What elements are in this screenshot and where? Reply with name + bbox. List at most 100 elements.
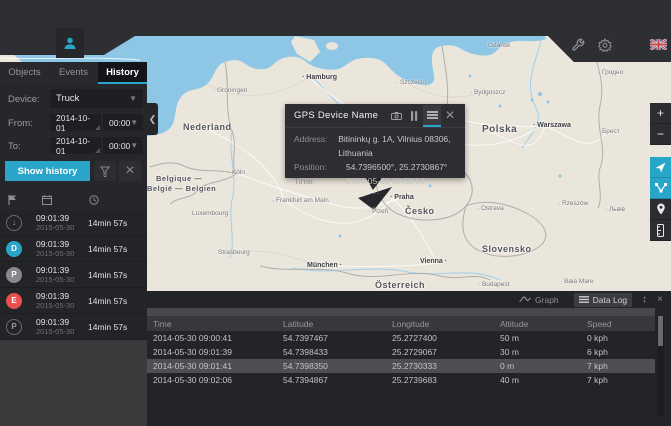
calendar-icon (42, 195, 52, 205)
table-row[interactable]: 2014-05-30 09:00:41 54.7397467 25.272740… (147, 331, 655, 345)
close-panel-icon[interactable]: × (657, 294, 663, 305)
route-bars-icon[interactable] (405, 105, 423, 127)
tab-events[interactable]: Events (49, 62, 98, 84)
from-label: From: (8, 118, 33, 129)
table-row[interactable]: 2014-05-30 09:02:06 54.7394867 25.273968… (147, 373, 655, 387)
data-list-icon[interactable] (423, 105, 441, 127)
wrench-icon[interactable] (570, 37, 586, 53)
event-date: 2015-05-30 (36, 275, 88, 284)
zoom-in-button[interactable]: + (650, 103, 671, 124)
from-date-input[interactable]: 2014-10-01 (50, 114, 101, 131)
event-list-header (0, 190, 147, 210)
graph-label: Graph (535, 295, 559, 305)
device-label: Device: (8, 94, 40, 105)
event-row[interactable]: ↓ 09:01:39 2015-05-30 14min 57s (0, 210, 147, 236)
settings-gear-icon[interactable] (597, 37, 613, 53)
map-label: · Гродно (598, 69, 623, 76)
funnel-icon (100, 166, 110, 177)
position-label: Position: (294, 160, 346, 174)
map-pin-button[interactable] (650, 199, 671, 220)
cell-latitude: 54.7398350 (283, 361, 392, 371)
table-row[interactable]: 2014-05-30 09:01:39 54.7398433 25.272906… (147, 345, 655, 359)
language-flag-uk[interactable] (649, 37, 667, 51)
event-row[interactable]: P 09:01:39 2015-05-30 14min 57s (0, 262, 147, 288)
close-icon[interactable]: × (441, 105, 459, 127)
to-date-input[interactable]: 2014-10-01 (50, 137, 101, 154)
horizontal-scrollbar[interactable] (147, 308, 655, 316)
close-icon: × (125, 162, 134, 180)
event-alert-icon: E (6, 293, 22, 309)
event-park-icon: P (6, 267, 22, 283)
ruler-button[interactable] (650, 220, 671, 241)
sidebar: Objects Events History Device: Truck ▼ F… (0, 62, 147, 426)
event-time: 09:01:39 (36, 317, 88, 327)
cell-time: 2014-05-30 09:00:41 (153, 333, 283, 343)
cell-time: 2014-05-30 09:01:39 (153, 347, 283, 357)
col-longitude: Longitude (392, 319, 500, 329)
event-duration: 14min 57s (88, 218, 127, 228)
cell-latitude: 54.7394867 (283, 375, 392, 385)
map-label: · Köln (228, 169, 245, 176)
zoom-out-button[interactable]: − (650, 124, 671, 145)
route-points-icon (655, 183, 667, 193)
address-value: Bitininkų g. 1A, Vilnius 08306, Lithuani… (338, 132, 465, 160)
chevron-down-icon: ▼ (130, 141, 138, 150)
bottom-panel: Graph Data Log ↕ × Time Latitude Longitu… (147, 291, 671, 426)
event-row[interactable]: D 09:01:39 2015-05-30 14min 57s (0, 236, 147, 262)
event-time: 09:01:39 (36, 265, 88, 275)
scrollbar-thumb[interactable] (658, 316, 663, 346)
user-icon[interactable] (56, 28, 84, 58)
event-time: 09:01:39 (36, 213, 88, 223)
map-label: België — Belgien (147, 184, 216, 193)
popup-more-toggle[interactable]: ... (285, 188, 465, 194)
map-label: · Bydgoszcz (470, 89, 505, 96)
map-label: · Plzeň (368, 208, 388, 215)
popup-position-row: Position: 54.7396500°, 25.2730867° (285, 160, 465, 174)
cell-speed: 6 kph (587, 347, 655, 357)
map-label: Strasbourg (218, 249, 250, 256)
from-time-select[interactable]: 00:00 ▼ (103, 114, 143, 131)
cell-speed: 7 kph (587, 375, 655, 385)
follow-arrow-button[interactable] (650, 157, 671, 178)
tab-history[interactable]: History (98, 62, 147, 84)
map-label: Luxembourg (192, 210, 228, 217)
cell-altitude: 30 m (500, 347, 587, 357)
show-history-button[interactable]: Show history (5, 161, 90, 181)
data-log-label: Data Log (593, 295, 628, 305)
event-row[interactable]: E 09:01:39 2015-05-30 14min 57s (0, 288, 147, 314)
tab-objects[interactable]: Objects (0, 62, 49, 84)
cell-longitude: 25.2727400 (392, 333, 500, 343)
data-log-tab[interactable]: Data Log (574, 293, 633, 307)
device-select[interactable]: Truck ▼ (50, 89, 143, 108)
table-row-selected[interactable]: 2014-05-30 09:01:41 54.7398350 25.273033… (147, 359, 655, 373)
map-label: · Ostrava (477, 205, 504, 212)
filter-button[interactable] (94, 161, 116, 181)
resize-corner-icon (95, 125, 100, 130)
sidebar-collapse-toggle[interactable]: ❮ (147, 103, 158, 135)
to-time-select[interactable]: 00:00 ▼ (103, 137, 143, 154)
map-zoom-controls: + − (650, 103, 671, 145)
time-value: 2014-05-30 09:58:13 (346, 174, 425, 188)
address-label: Address: (294, 132, 338, 160)
clear-button[interactable]: × (119, 161, 141, 181)
camera-icon[interactable] (387, 105, 405, 127)
gps-tracking-app: · Hamburg · Groningen Nederland · Köln B… (0, 0, 671, 426)
to-time-value: 00:00 (109, 141, 130, 151)
cell-longitude: 25.2730333 (392, 361, 500, 371)
map-tools (650, 157, 671, 241)
vertical-scrollbar[interactable] (657, 316, 664, 416)
cell-speed: 7 kph (587, 361, 655, 371)
to-label: To: (8, 141, 21, 152)
top-bar (0, 0, 671, 36)
event-row[interactable]: P 09:01:39 2015-05-30 14min 57s (0, 314, 147, 340)
map-label: Polska (482, 124, 517, 135)
ruler-icon (657, 224, 664, 237)
graph-tab[interactable]: Graph (514, 293, 564, 307)
event-time: 09:01:39 (36, 291, 88, 301)
route-points-button[interactable] (650, 178, 671, 199)
from-date-value: 2014-10-01 (56, 113, 95, 133)
event-duration: 14min 57s (88, 270, 127, 280)
map-pin-icon (656, 203, 666, 215)
expand-panel-icon[interactable]: ↕ (642, 294, 647, 305)
cell-altitude: 50 m (500, 333, 587, 343)
